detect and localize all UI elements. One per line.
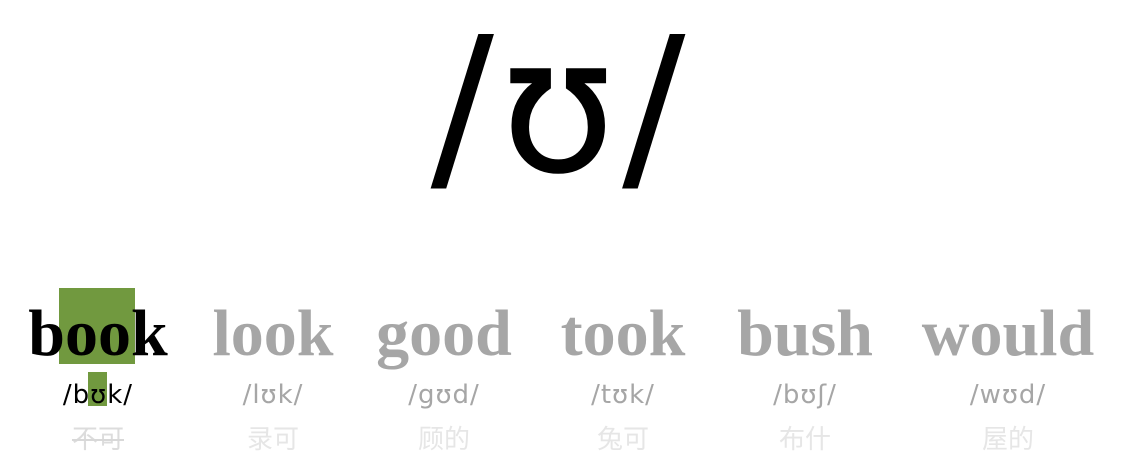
word-card-took[interactable]: took /tʊk/ 兔可 <box>546 288 700 472</box>
word-card-book[interactable]: book /bʊk/ 不可 <box>14 288 182 472</box>
word-text: look <box>212 297 334 370</box>
word-hint: 布什 <box>778 425 831 455</box>
word-hint: 兔可 <box>596 425 649 455</box>
word-ipa: /gʊd/ <box>408 380 480 410</box>
word-text: book <box>28 297 168 370</box>
word-hint: 录可 <box>246 425 299 455</box>
word-card-would[interactable]: would /wʊd/ 屋的 <box>904 288 1112 472</box>
word-hint: 不可 <box>71 425 124 455</box>
word-ipa: /bʊk/ <box>62 380 134 410</box>
word-ipa: /wʊd/ <box>969 380 1047 410</box>
word-text: took <box>560 297 686 370</box>
word-ipa: /tʊk/ <box>591 380 655 410</box>
word-text: good <box>376 297 512 370</box>
word-hint: 顾的 <box>417 425 470 455</box>
word-hint: 屋的 <box>981 425 1034 455</box>
word-card-look[interactable]: look /lʊk/ 录可 <box>196 288 350 472</box>
word-card-good[interactable]: good /gʊd/ 顾的 <box>362 288 526 472</box>
word-ipa: /lʊk/ <box>242 380 304 410</box>
word-card-bush[interactable]: bush /bʊʃ/ 布什 <box>722 288 888 472</box>
phoneme-symbol: /ʊ/ <box>430 0 692 216</box>
word-text: bush <box>737 297 873 370</box>
word-ipa: /bʊʃ/ <box>773 380 837 410</box>
word-text: would <box>921 297 1095 370</box>
